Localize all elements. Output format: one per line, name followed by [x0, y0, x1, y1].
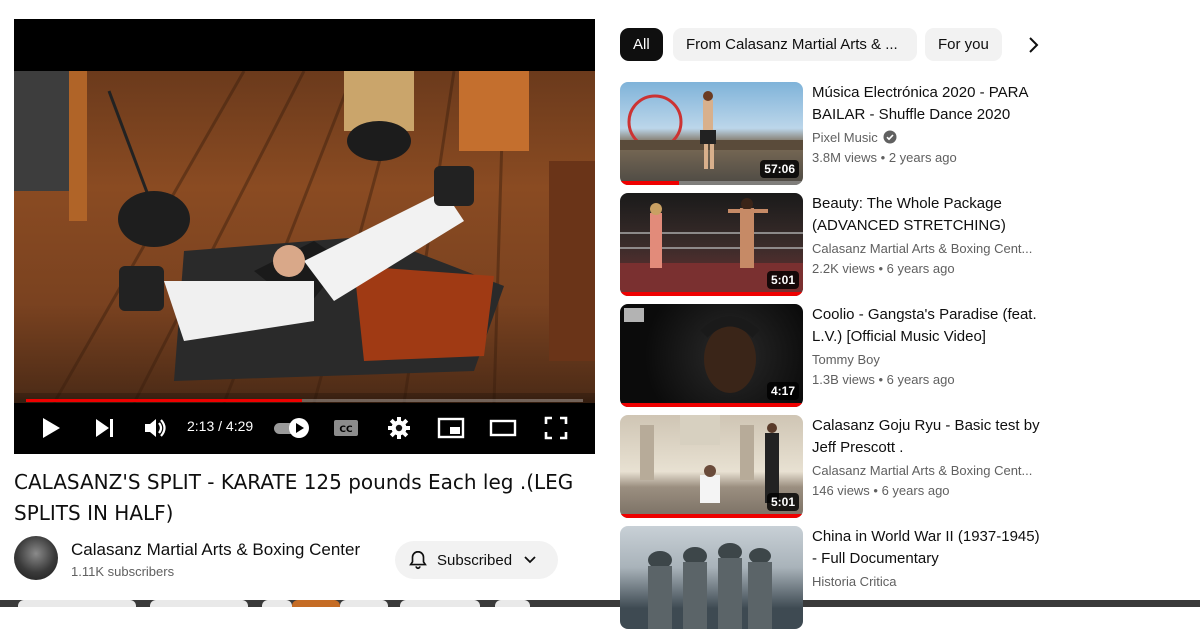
video-thumbnail[interactable]: 5:01	[620, 415, 803, 518]
subscribed-button[interactable]: Subscribed	[395, 541, 558, 579]
view-count: 2.2K views	[812, 261, 875, 276]
view-count: 146 views	[812, 483, 870, 498]
recommendation-channel[interactable]: Calasanz Martial Arts & Boxing Cent...	[812, 463, 1040, 478]
bell-icon	[409, 550, 427, 570]
next-icon	[96, 419, 113, 437]
video-thumbnail[interactable]	[620, 526, 803, 629]
play-button[interactable]	[38, 413, 64, 443]
theater-mode-button[interactable]	[488, 413, 518, 443]
volume-button[interactable]	[142, 413, 170, 443]
watch-progress	[620, 403, 803, 407]
action-chip[interactable]	[495, 600, 530, 607]
video-thumbnail[interactable]: 57:06	[620, 82, 803, 185]
recommendation-item[interactable]: 5:01 Calasanz Goju Ryu - Basic test by J…	[620, 415, 1040, 519]
duration-badge: 5:01	[766, 271, 799, 289]
recommendation-title[interactable]: Calasanz Goju Ryu - Basic test by Jeff P…	[812, 415, 1040, 459]
upload-age: 6 years ago	[881, 483, 950, 498]
miniplayer-icon	[437, 417, 465, 439]
video-thumbnail[interactable]: 5:01	[620, 193, 803, 296]
duration-badge: 5:01	[766, 493, 799, 511]
chip-all[interactable]: All	[620, 28, 663, 61]
duration-badge: 57:06	[760, 160, 799, 178]
chevron-right-icon	[1029, 37, 1039, 53]
watch-progress	[620, 181, 679, 185]
recommendation-channel[interactable]: Tommy Boy	[812, 352, 1040, 367]
recommendation-meta: 3.8M views • 2 years ago	[812, 150, 957, 165]
subscribed-label: Subscribed	[437, 551, 513, 569]
play-icon	[43, 418, 60, 438]
recommendation-title[interactable]: Beauty: The Whole Package (ADVANCED STRE…	[812, 193, 1040, 237]
view-count: 1.3B views	[812, 372, 875, 387]
captions-button[interactable]: CC	[332, 413, 360, 443]
recommendation-meta: 1.3B views • 6 years ago	[812, 372, 955, 387]
recommendation-item[interactable]: China in World War II (1937-1945) - Full…	[620, 526, 1040, 630]
action-chip[interactable]	[18, 600, 136, 607]
recommendation-channel[interactable]: Calasanz Martial Arts & Boxing Cent...	[812, 241, 1040, 256]
captions-icon: CC	[334, 420, 358, 436]
recommendation-meta: 146 views • 6 years ago	[812, 483, 950, 498]
fullscreen-icon	[544, 416, 568, 440]
chip-for-you[interactable]: For you	[925, 28, 1002, 61]
time-display: 2:13 / 4:29	[187, 418, 254, 434]
settings-button[interactable]	[385, 413, 413, 443]
next-button[interactable]	[92, 413, 118, 443]
recommendation-channel[interactable]: Historia Critica	[812, 574, 1040, 589]
action-chip[interactable]	[150, 600, 248, 607]
recommendation-title[interactable]: Coolio - Gangsta's Paradise (feat. L.V.)…	[812, 304, 1040, 348]
miniplayer-button[interactable]	[436, 413, 466, 443]
autoplay-toggle[interactable]	[272, 413, 312, 443]
fullscreen-button[interactable]	[541, 413, 571, 443]
duration-badge: 4:17	[766, 382, 799, 400]
thumbnail-image	[648, 543, 772, 629]
chevron-down-icon	[524, 556, 536, 564]
action-chip[interactable]	[262, 600, 292, 607]
recommendation-title[interactable]: China in World War II (1937-1945) - Full…	[812, 526, 1040, 570]
action-chip[interactable]	[292, 600, 340, 607]
channel-name-text: Pixel Music	[812, 130, 878, 145]
theater-icon	[489, 419, 517, 437]
watch-progress	[620, 514, 803, 518]
progress-bar[interactable]	[26, 399, 583, 402]
channel-name[interactable]: Calasanz Martial Arts & Boxing Center	[71, 540, 360, 560]
upload-age: 6 years ago	[886, 261, 955, 276]
svg-text:CC: CC	[339, 425, 353, 435]
video-title: CALASANZ'S SPLIT - KARATE 125 pounds Eac…	[14, 470, 574, 525]
player-controls: 2:13 / 4:29 CC	[14, 393, 595, 454]
volume-icon	[145, 419, 166, 437]
gear-icon	[388, 417, 410, 439]
chip-from-channel[interactable]: From Calasanz Martial Arts & ...	[673, 28, 917, 61]
subscriber-count: 1.11K subscribers	[71, 564, 175, 579]
view-count: 3.8M views	[812, 150, 878, 165]
autoplay-icon	[274, 418, 309, 438]
progress-played	[26, 399, 302, 402]
chips-next-button[interactable]	[1020, 32, 1046, 58]
watch-progress	[620, 292, 803, 296]
recommendation-channel[interactable]: Pixel Music	[812, 130, 1040, 145]
video-frame[interactable]	[14, 71, 595, 403]
video-still-image	[14, 71, 595, 403]
verified-badge-icon	[883, 130, 897, 144]
channel-avatar[interactable]	[14, 536, 58, 580]
action-chip[interactable]	[400, 600, 480, 607]
upload-age: 2 years ago	[888, 150, 957, 165]
recommendation-item[interactable]: 5:01 Beauty: The Whole Package (ADVANCED…	[620, 193, 1040, 297]
video-thumbnail[interactable]: 4:17	[620, 304, 803, 407]
recommendation-item[interactable]: 4:17 Coolio - Gangsta's Paradise (feat. …	[620, 304, 1040, 408]
video-player[interactable]: 2:13 / 4:29 CC	[14, 19, 595, 454]
action-chip[interactable]	[340, 600, 388, 607]
recommendation-title[interactable]: Música Electrónica 2020 - PARA BAILAR - …	[812, 82, 1040, 126]
recommendation-item[interactable]: 57:06 Música Electrónica 2020 - PARA BAI…	[620, 82, 1040, 186]
upload-age: 6 years ago	[886, 372, 955, 387]
recommendation-meta: 2.2K views • 6 years ago	[812, 261, 955, 276]
